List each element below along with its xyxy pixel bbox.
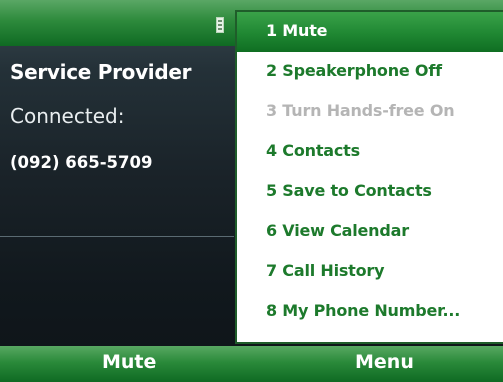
menu-item-turn-hands-free-on: 3 Turn Hands-free On: [237, 92, 503, 132]
divider: [0, 236, 234, 237]
phone-number: (092) 665-5709: [10, 153, 153, 172]
menu-item-label: 1 Mute: [266, 21, 328, 40]
menu-item-speakerphone-off[interactable]: 2 Speakerphone Off: [237, 52, 503, 92]
call-status: Connected:: [10, 104, 125, 128]
menu-item-my-phone-number[interactable]: 8 My Phone Number...: [237, 292, 503, 332]
menu-item-label: 5 Save to Contacts: [266, 181, 432, 200]
menu-item-label: 8 My Phone Number...: [266, 301, 461, 320]
left-softkey-mute[interactable]: Mute: [102, 351, 156, 373]
menu-item-label: 3 Turn Hands-free On: [266, 101, 455, 120]
menu-item-label: 7 Call History: [266, 261, 385, 280]
menu-item-view-calendar[interactable]: 6 View Calendar: [237, 212, 503, 252]
menu-item-save-to-contacts[interactable]: 5 Save to Contacts: [237, 172, 503, 212]
menu-item-mute[interactable]: 1 Mute: [237, 12, 503, 52]
carrier-name: Service Provider: [10, 60, 192, 84]
right-softkey-menu[interactable]: Menu: [355, 351, 414, 373]
menu-item-call-history[interactable]: 7 Call History: [237, 252, 503, 292]
context-menu: 1 Mute 2 Speakerphone Off 3 Turn Hands-f…: [235, 10, 503, 344]
menu-item-contacts[interactable]: 4 Contacts: [237, 132, 503, 172]
softkey-bar: Mute Menu: [0, 346, 503, 382]
call-screen: Service Provider Connected: (092) 665-57…: [0, 0, 503, 382]
signal-strength-icon: [216, 17, 224, 33]
menu-item-label: 4 Contacts: [266, 141, 360, 160]
menu-item-label: 6 View Calendar: [266, 221, 409, 240]
menu-item-label: 2 Speakerphone Off: [266, 61, 442, 80]
